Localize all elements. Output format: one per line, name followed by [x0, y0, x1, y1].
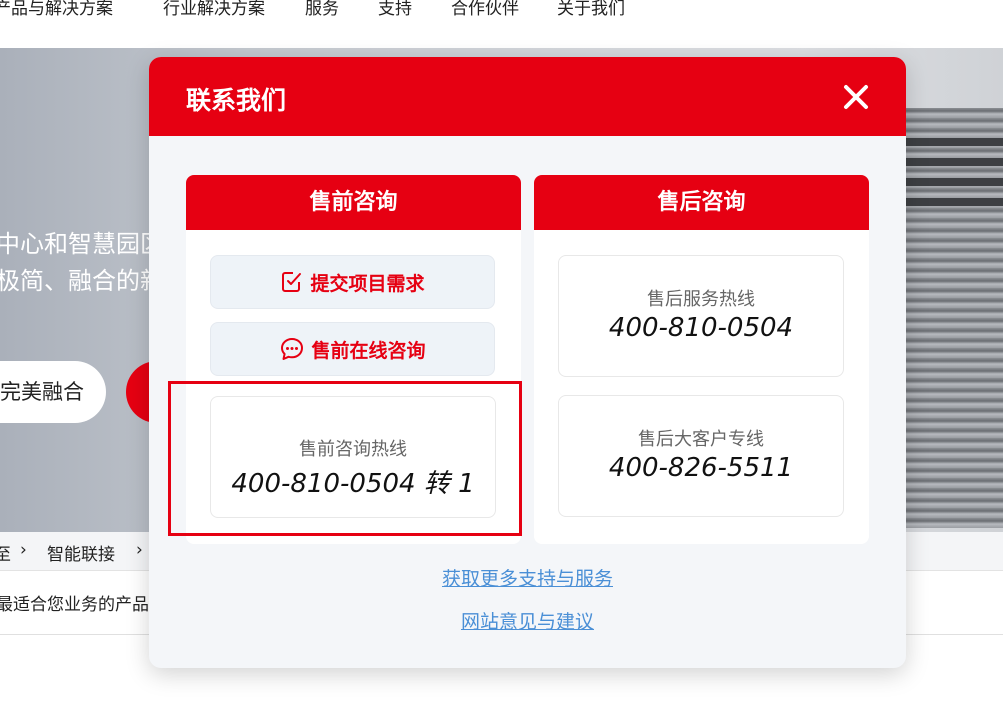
server-rack-band [905, 178, 1003, 186]
nav-item-industry[interactable]: 行业解决方案 [163, 0, 265, 19]
chat-bubble-icon [281, 338, 304, 360]
hero-headline-line-1: 中心和智慧园区 [0, 230, 164, 258]
server-rack-band [905, 198, 1003, 206]
page-subtitle: 最适合您业务的产品 [0, 595, 149, 615]
nav-item-services[interactable]: 服务 [305, 0, 339, 19]
feedback-link[interactable]: 网站意见与建议 [149, 607, 906, 634]
aftersales-panel: 售后咨询 售后服务热线 400-810-0504 售后大客户专线 400-826… [534, 175, 869, 544]
breadcrumb-item-smart-connect[interactable]: 智能联接 [47, 540, 115, 565]
submit-project-button[interactable]: 提交项目需求 [210, 255, 495, 309]
nav-item-support[interactable]: 支持 [378, 0, 412, 19]
presales-hotline-card: 售前咨询热线 400-810-0504 转 1 [210, 396, 496, 518]
more-support-link[interactable]: 获取更多支持与服务 [149, 564, 906, 591]
aftersales-service-label: 售后服务热线 [647, 289, 755, 310]
breadcrumb-separator: › [20, 540, 27, 560]
aftersales-heading: 售后咨询 [534, 175, 869, 230]
aftersales-service-number[interactable]: 400-810-0504 [559, 313, 843, 343]
server-rack-band [905, 158, 1003, 166]
server-rack-band [905, 138, 1003, 146]
aftersales-vip-number[interactable]: 400-826-5511 [559, 453, 843, 483]
checkbox-edit-icon [282, 272, 302, 292]
contact-modal: 联系我们 售前咨询 提交项目需求 售前在线咨询 售前咨询热线 400-810-0… [149, 57, 906, 668]
hero-pill-button[interactable]: 完美融合 [0, 361, 106, 423]
nav-item-products[interactable]: 产品与解决方案 [0, 0, 113, 19]
hero-headline-line-2: 极简、融合的新 [0, 267, 164, 295]
online-consult-button[interactable]: 售前在线咨询 [210, 322, 495, 376]
nav-item-about[interactable]: 关于我们 [557, 0, 625, 19]
close-icon [844, 85, 868, 109]
nav-item-partners[interactable]: 合作伙伴 [451, 0, 519, 19]
presales-hotline-label: 售前咨询热线 [299, 439, 407, 460]
aftersales-vip-card: 售后大客户专线 400-826-5511 [558, 395, 844, 517]
breadcrumb-item[interactable]: 至 [0, 540, 11, 565]
close-button[interactable] [835, 78, 877, 116]
aftersales-vip-label: 售后大客户专线 [638, 429, 764, 450]
presales-panel: 售前咨询 提交项目需求 售前在线咨询 售前咨询热线 400-810-0504 转… [186, 175, 521, 544]
online-consult-label: 售前在线咨询 [311, 339, 426, 362]
modal-title: 联系我们 [186, 86, 287, 115]
presales-hotline-number[interactable]: 400-810-0504 转 1 [211, 463, 495, 500]
submit-project-label: 提交项目需求 [310, 272, 425, 295]
presales-heading: 售前咨询 [186, 175, 521, 230]
modal-header: 联系我们 [149, 57, 906, 136]
breadcrumb-separator: › [136, 540, 143, 560]
top-navigation: 产品与解决方案 行业解决方案 服务 支持 合作伙伴 关于我们 [0, 0, 1003, 48]
aftersales-service-card: 售后服务热线 400-810-0504 [558, 255, 844, 377]
server-product-image [905, 108, 1003, 528]
